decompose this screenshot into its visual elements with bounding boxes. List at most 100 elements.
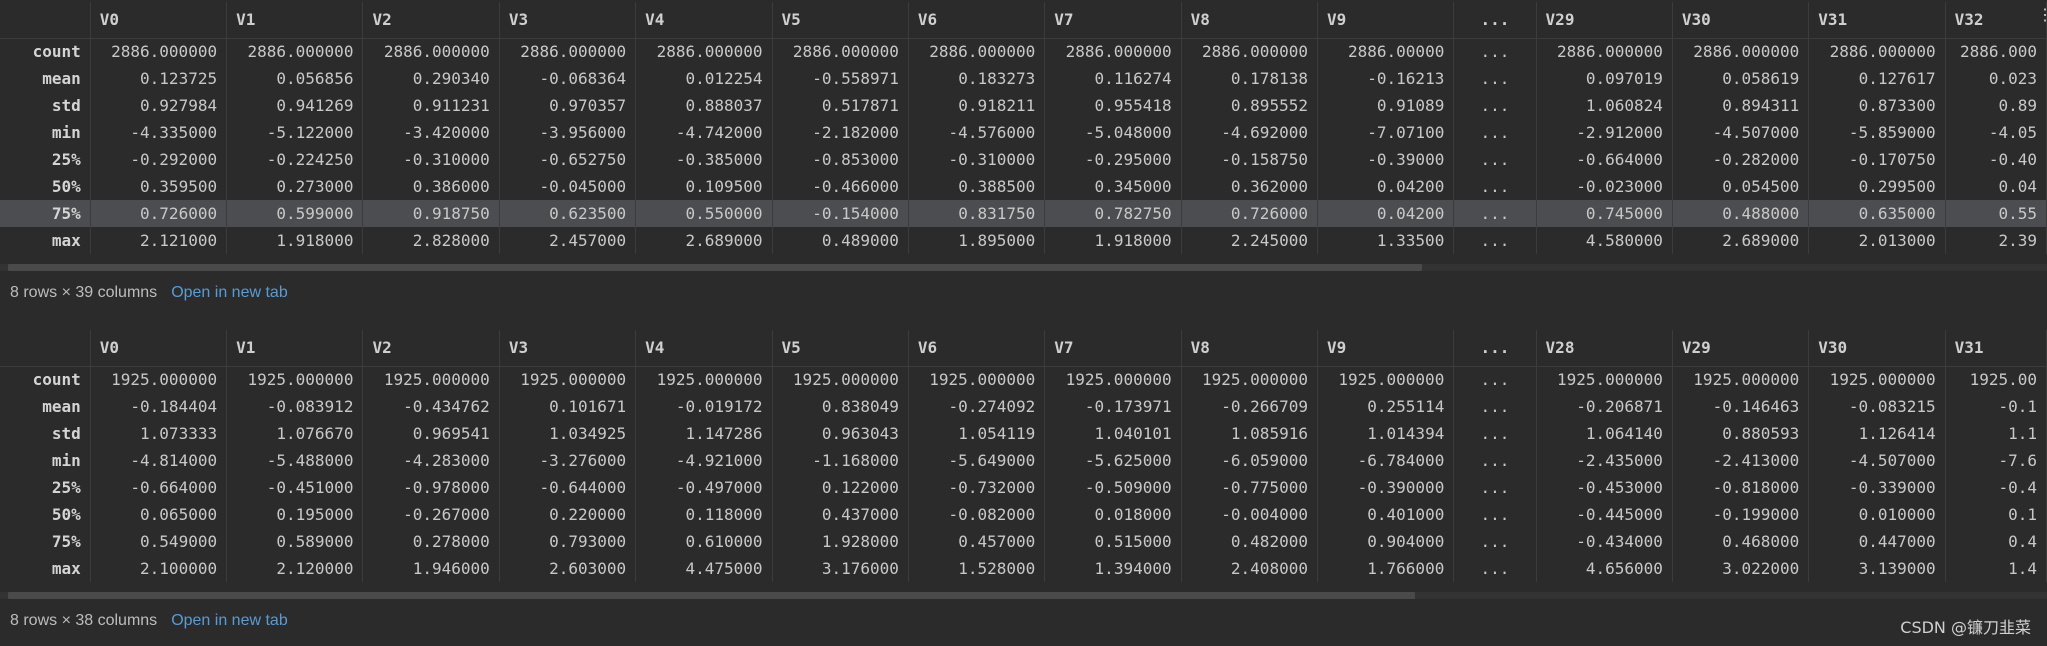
table-cell[interactable]: 1.4 <box>1945 555 2047 582</box>
table-cell[interactable]: 0.517871 <box>772 92 909 119</box>
table-cell[interactable]: -0.154000 <box>772 200 909 227</box>
table-cell[interactable]: 0.918211 <box>908 92 1046 119</box>
table-cell[interactable]: -0.818000 <box>1672 474 1810 501</box>
table-cell[interactable]: 1.147286 <box>635 420 773 447</box>
table-cell[interactable]: 2886.000000 <box>1044 38 1182 65</box>
table-cell[interactable]: 0.04 <box>1945 173 2047 200</box>
table-cell[interactable]: 0.065000 <box>90 501 228 528</box>
table-cell[interactable]: -5.649000 <box>908 447 1046 474</box>
table-cell[interactable]: -0.184404 <box>90 393 228 420</box>
table-cell[interactable]: 0.437000 <box>772 501 909 528</box>
table-cell[interactable]: 0.482000 <box>1181 528 1318 555</box>
table-cell[interactable]: 1925.000000 <box>1044 366 1182 393</box>
table-cell[interactable]: 1925.000000 <box>1317 366 1455 393</box>
table-cell[interactable]: 0.831750 <box>908 200 1046 227</box>
table-cell[interactable]: -0.497000 <box>635 474 773 501</box>
table-cell[interactable]: 1.766000 <box>1317 555 1455 582</box>
table-cell[interactable]: 0.183273 <box>908 65 1046 92</box>
table-cell[interactable]: 0.635000 <box>1808 200 1946 227</box>
table-cell[interactable]: 1.076670 <box>226 420 364 447</box>
table-cell[interactable]: 0.388500 <box>908 173 1046 200</box>
table-cell[interactable]: -0.853000 <box>772 146 909 173</box>
table-cell[interactable]: 0.599000 <box>226 200 364 227</box>
table-cell[interactable]: -0.732000 <box>908 474 1046 501</box>
column-header-v31[interactable]: V31 <box>1808 2 1946 39</box>
table-row[interactable]: count 2886.000000 2886.000000 2886.000000 28… <box>0 38 2047 65</box>
table-cell[interactable]: -0.385000 <box>635 146 773 173</box>
table-cell[interactable]: 0.904000 <box>1317 528 1455 555</box>
table-cell[interactable]: -4.576000 <box>908 119 1046 146</box>
table-cell[interactable]: -0.509000 <box>1044 474 1182 501</box>
table-cell[interactable]: -0.390000 <box>1317 474 1455 501</box>
table-cell[interactable]: 0.895552 <box>1181 92 1318 119</box>
table-cell[interactable]: ... <box>1453 119 1537 146</box>
horizontal-scrollbar[interactable] <box>8 264 1422 271</box>
table-cell[interactable]: -4.814000 <box>90 447 228 474</box>
table-cell[interactable]: 1.918000 <box>226 227 364 254</box>
table-row[interactable]: max 2.121000 1.918000 2.828000 2.457000 2.689… <box>0 227 2047 254</box>
table-cell[interactable]: 2886.000 <box>1945 38 2047 65</box>
table-cell[interactable]: -0.16213 <box>1317 65 1455 92</box>
table-cell[interactable]: 1.073333 <box>90 420 228 447</box>
more-vertical-icon[interactable]: ⋮ <box>2037 7 2047 23</box>
table-cell[interactable]: 0.018000 <box>1044 501 1182 528</box>
table-cell[interactable]: -0.558971 <box>772 65 909 92</box>
table-cell[interactable]: 2.828000 <box>362 227 500 254</box>
table-cell[interactable]: 2886.000000 <box>635 38 773 65</box>
table-cell[interactable]: 0.489000 <box>772 227 909 254</box>
table-row[interactable]: count 1925.000000 1925.000000 1925.000000 19… <box>0 366 2047 393</box>
table-cell[interactable]: -0.451000 <box>226 474 364 501</box>
table-cell[interactable]: 0.010000 <box>1808 501 1946 528</box>
table-cell[interactable]: 0.097019 <box>1536 65 1673 92</box>
table-cell[interactable]: 0.468000 <box>1672 528 1810 555</box>
table-cell[interactable]: -4.692000 <box>1181 119 1318 146</box>
column-header-v31[interactable]: V31 <box>1945 330 2047 367</box>
table-row[interactable]: 25% -0.292000 -0.224250 -0.310000 -0.652750-… <box>0 146 2047 173</box>
table-cell[interactable]: ... <box>1453 65 1537 92</box>
table-cell[interactable]: 0.1 <box>1945 501 2047 528</box>
table-cell[interactable]: 0.058619 <box>1672 65 1810 92</box>
table-cell[interactable]: 1.33500 <box>1317 227 1455 254</box>
table-cell[interactable]: -0.068364 <box>499 65 637 92</box>
column-header-v30[interactable]: V30 <box>1672 2 1810 39</box>
table-row[interactable]: max 2.100000 2.120000 1.946000 2.603000 4.475… <box>0 555 2047 582</box>
table-cell[interactable]: 2.457000 <box>499 227 637 254</box>
column-header-v2[interactable]: V2 <box>362 2 500 39</box>
table-cell[interactable]: ... <box>1453 447 1537 474</box>
table-cell[interactable]: -1.168000 <box>772 447 909 474</box>
column-header-v3[interactable]: V3 <box>499 330 637 367</box>
table-cell[interactable]: 2.689000 <box>635 227 773 254</box>
table-cell[interactable]: -0.434762 <box>362 393 500 420</box>
table-cell[interactable]: -6.784000 <box>1317 447 1455 474</box>
open-in-new-tab-link[interactable]: Open in new tab <box>171 284 288 302</box>
table-cell[interactable]: 1925.000000 <box>90 366 228 393</box>
table-cell[interactable]: 0.04200 <box>1317 173 1455 200</box>
table-cell[interactable]: 0.873300 <box>1808 92 1946 119</box>
table-cell[interactable]: 1.528000 <box>908 555 1046 582</box>
table-cell[interactable]: 0.290340 <box>362 65 500 92</box>
table-cell[interactable]: ... <box>1453 38 1537 65</box>
table-cell[interactable]: 0.118000 <box>635 501 773 528</box>
table-row[interactable]: 50% 0.065000 0.195000 -0.267000 0.220000 0.11… <box>0 501 2047 528</box>
table-cell[interactable]: -0.083912 <box>226 393 364 420</box>
table-cell[interactable]: -7.6 <box>1945 447 2047 474</box>
table-cell[interactable]: 0.220000 <box>499 501 637 528</box>
table-cell[interactable]: 1.085916 <box>1181 420 1318 447</box>
table-cell[interactable]: 0.447000 <box>1808 528 1946 555</box>
table-cell[interactable]: ... <box>1453 92 1537 119</box>
table-cell[interactable]: 2.120000 <box>226 555 364 582</box>
table-cell[interactable]: 0.726000 <box>1181 200 1318 227</box>
table-cell[interactable]: 0.122000 <box>772 474 909 501</box>
table-cell[interactable]: 0.012254 <box>635 65 773 92</box>
table-cell[interactable]: 3.139000 <box>1808 555 1946 582</box>
table-cell[interactable]: ... <box>1453 173 1537 200</box>
column-header-v7[interactable]: V7 <box>1044 2 1182 39</box>
table-cell[interactable]: 0.793000 <box>499 528 637 555</box>
table-cell[interactable]: -0.339000 <box>1808 474 1946 501</box>
column-header-v29[interactable]: V29 <box>1536 2 1673 39</box>
table-cell[interactable]: 0.91089 <box>1317 92 1455 119</box>
table-cell[interactable]: 1.054119 <box>908 420 1046 447</box>
table-row[interactable]: 75% 0.549000 0.589000 0.278000 0.793000 0.610… <box>0 528 2047 555</box>
table-cell[interactable]: 0.04200 <box>1317 200 1455 227</box>
table-cell[interactable]: -4.507000 <box>1808 447 1946 474</box>
